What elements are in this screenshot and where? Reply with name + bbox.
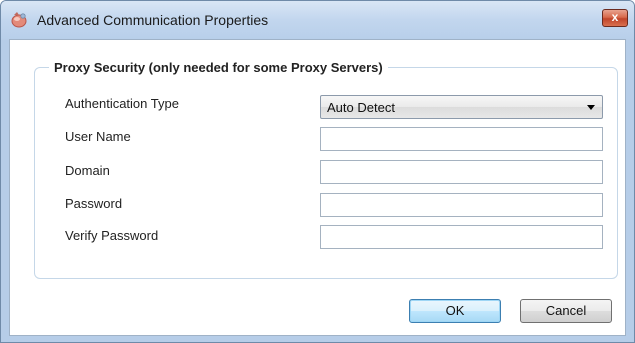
close-button[interactable]: x: [602, 9, 628, 27]
dialog-content: Proxy Security (only needed for some Pro…: [9, 39, 626, 336]
user-name-label: User Name: [65, 129, 131, 144]
close-icon: x: [611, 10, 619, 24]
dialog-window: Advanced Communication Properties x Prox…: [0, 0, 635, 343]
communication-app-icon: [10, 11, 28, 29]
authentication-type-select[interactable]: Auto Detect: [320, 95, 603, 119]
domain-field[interactable]: [320, 160, 603, 184]
domain-label: Domain: [65, 163, 110, 178]
password-field[interactable]: [320, 193, 603, 217]
chevron-down-icon: [587, 105, 595, 110]
authentication-type-label: Authentication Type: [65, 96, 179, 111]
title-bar[interactable]: Advanced Communication Properties x: [1, 1, 634, 39]
password-label: Password: [65, 196, 123, 211]
verify-password-label: Verify Password: [65, 228, 159, 243]
proxy-security-group: Proxy Security (only needed for some Pro…: [34, 59, 618, 279]
verify-password-field[interactable]: [320, 225, 603, 249]
user-name-field[interactable]: [320, 127, 603, 151]
authentication-type-value: Auto Detect: [327, 100, 395, 115]
window-title: Advanced Communication Properties: [37, 12, 269, 28]
group-title: Proxy Security (only needed for some Pro…: [49, 59, 388, 76]
ok-button[interactable]: OK: [409, 299, 501, 323]
cancel-button[interactable]: Cancel: [520, 299, 612, 323]
